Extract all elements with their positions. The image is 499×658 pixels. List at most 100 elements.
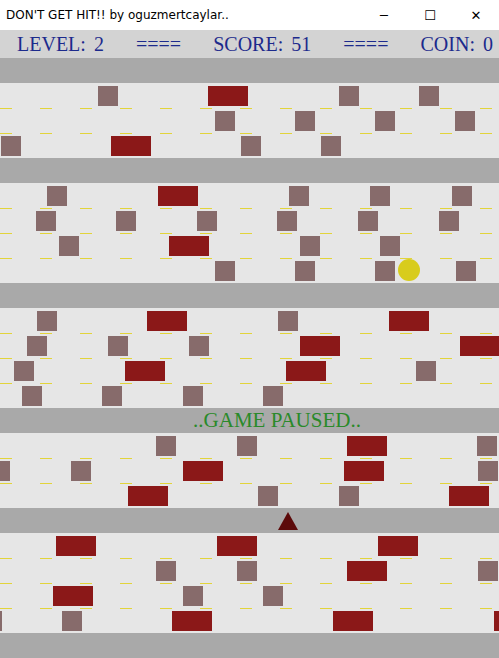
car-icon [375,261,395,281]
paused-label: ..GAME PAUSED.. [138,408,361,433]
lane [0,358,499,383]
sidewalk-band [0,58,499,83]
hud-stat: COIN:0 [421,33,493,56]
car-icon [14,361,34,381]
car-icon [0,611,2,631]
truck-icon [344,461,384,481]
car-icon [370,186,390,206]
player-icon[interactable] [278,512,298,530]
car-icon [108,336,128,356]
car-icon [47,186,67,206]
lane [0,333,499,358]
car-icon [263,386,283,406]
car-icon [0,461,10,481]
window-title: DON'T GET HIT!! by oguzmertcaylar.. [6,8,229,22]
lane [0,108,499,133]
truck-icon [125,361,165,381]
sidewalk-band [0,158,499,183]
car-icon [183,586,203,606]
car-icon [62,611,82,631]
car-icon [455,111,475,131]
hud-stat: SCORE:51 [213,33,311,56]
road [0,308,499,408]
lane [0,308,499,333]
car-icon [98,86,118,106]
title-bar: DON'T GET HIT!! by oguzmertcaylar.. ─☐✕ [0,0,499,30]
sidewalk-band: ..GAME PAUSED.. [0,408,499,433]
truck-icon [147,311,187,331]
lane [0,183,499,208]
hud-separator: ==== [343,33,388,56]
truck-icon [300,336,340,356]
lane [0,458,499,483]
car-icon [375,111,395,131]
truck-icon [56,536,96,556]
road [0,533,499,633]
lane [0,383,499,408]
lane [0,83,499,108]
car-icon [156,436,176,456]
truck-icon [378,536,418,556]
truck-icon [347,436,387,456]
truck-icon [494,611,499,631]
window-control-button[interactable]: ☐ [407,0,453,30]
car-icon [237,436,257,456]
car-icon [37,311,57,331]
car-icon [278,311,298,331]
car-icon [295,111,315,131]
car-icon [215,111,235,131]
truck-icon [128,486,168,506]
car-icon [300,236,320,256]
truck-icon [183,461,223,481]
car-icon [237,561,257,581]
hud-stat: LEVEL:2 [17,33,104,56]
road [0,433,499,508]
truck-icon [208,86,248,106]
truck-icon [460,336,499,356]
car-icon [416,361,436,381]
car-icon [183,386,203,406]
car-icon [189,336,209,356]
car-icon [321,136,341,156]
window-control-button[interactable]: ✕ [453,0,499,30]
car-icon [197,211,217,231]
road [0,183,499,283]
car-icon [102,386,122,406]
lane [0,583,499,608]
truck-icon [111,136,151,156]
car-icon [295,261,315,281]
car-icon [215,261,235,281]
car-icon [36,211,56,231]
sidewalk-band [0,633,499,658]
hud-separator: ==== [136,33,181,56]
car-icon [156,561,176,581]
lane [0,558,499,583]
car-icon [339,486,359,506]
car-icon [263,586,283,606]
truck-icon [217,536,257,556]
car-icon [456,261,476,281]
truck-icon [53,586,93,606]
truck-icon [169,236,209,256]
car-icon [339,86,359,106]
lane [0,608,499,633]
sidewalk-band [0,508,499,533]
game-window: DON'T GET HIT!! by oguzmertcaylar..─☐✕LE… [0,0,499,658]
truck-icon [286,361,326,381]
car-icon [439,211,459,231]
car-icon [452,186,472,206]
car-icon [27,336,47,356]
car-icon [59,236,79,256]
window-control-button[interactable]: ─ [361,0,407,30]
truck-icon [172,611,212,631]
lane [0,433,499,458]
car-icon [1,136,21,156]
truck-icon [389,311,429,331]
car-icon [277,211,297,231]
car-icon [478,461,498,481]
car-icon [380,236,400,256]
truck-icon [449,486,489,506]
game-canvas: LEVEL:2 ==== SCORE:51 ==== COIN:0 ..GAME PAUS… [0,30,499,658]
car-icon [289,186,309,206]
coin-icon [398,259,420,281]
